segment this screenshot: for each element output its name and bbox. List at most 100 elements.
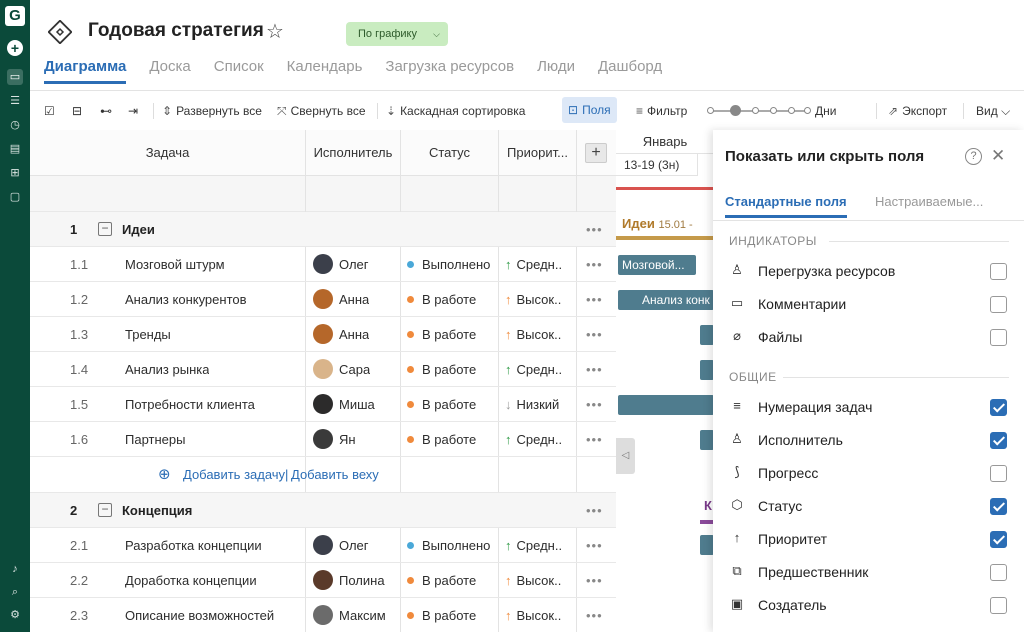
row-menu-icon[interactable]: ••• bbox=[586, 422, 603, 457]
priority-cell[interactable]: ↑ Высок.. bbox=[505, 598, 561, 632]
table-row[interactable]: 1.2 Анализ конкурентов Анна В работе ↑ Вы… bbox=[30, 282, 616, 317]
close-icon[interactable]: ✕ bbox=[991, 146, 1005, 166]
settings-icon[interactable]: ⚙ bbox=[7, 607, 23, 623]
task-name[interactable]: Партнеры bbox=[125, 422, 185, 457]
zoom-slider[interactable] bbox=[707, 105, 811, 116]
status-cell[interactable]: В работе bbox=[407, 387, 476, 422]
gantt-bar[interactable] bbox=[700, 535, 714, 555]
chat-icon[interactable]: ▢ bbox=[7, 189, 23, 205]
fields-button[interactable]: ⊡ Поля bbox=[562, 97, 617, 123]
star-icon[interactable]: ☆ bbox=[266, 19, 284, 44]
status-cell[interactable]: В работе bbox=[407, 563, 476, 598]
gantt-bar[interactable] bbox=[700, 325, 714, 345]
table-row[interactable]: 1.5 Потребности клиента Миша В работе ↓ Н… bbox=[30, 387, 616, 422]
task-name[interactable]: Тренды bbox=[125, 317, 171, 352]
group-row[interactable]: 1 − Идеи ••• bbox=[30, 212, 616, 247]
collapse-all-button[interactable]: ⤧ Свернуть все bbox=[277, 92, 366, 130]
bell-icon[interactable]: ♪ bbox=[7, 561, 23, 577]
field-checkbox[interactable] bbox=[990, 498, 1007, 515]
row-menu-icon[interactable]: ••• bbox=[586, 317, 603, 352]
row-menu-icon[interactable]: ••• bbox=[586, 598, 603, 632]
tab-board[interactable]: Доска bbox=[149, 58, 190, 84]
tab-custom-fields[interactable]: Настраиваемые... bbox=[875, 194, 983, 209]
grid-icon[interactable]: ⊞ bbox=[7, 165, 23, 181]
view-button[interactable]: Вид ⌵ bbox=[976, 92, 1010, 130]
field-checkbox[interactable] bbox=[990, 263, 1007, 280]
priority-cell[interactable]: ↑ Средн.. bbox=[505, 247, 562, 282]
add-circle-icon[interactable]: ⊕ bbox=[158, 457, 171, 492]
task-name[interactable]: Потребности клиента bbox=[125, 387, 255, 422]
field-checkbox[interactable] bbox=[990, 465, 1007, 482]
project-status-dropdown[interactable]: По графику ⌵ bbox=[346, 22, 448, 46]
status-cell[interactable]: В работе bbox=[407, 352, 476, 387]
gantt-bar[interactable]: Мозговой... bbox=[618, 255, 696, 275]
field-checkbox[interactable] bbox=[990, 597, 1007, 614]
list-icon[interactable]: ☰ bbox=[7, 93, 23, 109]
row-menu-icon[interactable]: ••• bbox=[586, 387, 603, 422]
table-row[interactable]: 2.1 Разработка концепции Олег Выполнено … bbox=[30, 528, 616, 563]
task-name[interactable]: Разработка концепции bbox=[125, 528, 262, 563]
status-cell[interactable]: В работе bbox=[407, 598, 476, 632]
priority-cell[interactable]: ↑ Средн.. bbox=[505, 422, 562, 457]
add-column-button[interactable]: + bbox=[585, 143, 607, 163]
gantt-bar[interactable]: Анализ конк bbox=[618, 290, 714, 310]
priority-cell[interactable]: ↑ Высок.. bbox=[505, 563, 561, 598]
group-row[interactable]: 2 − Концепция ••• bbox=[30, 493, 616, 528]
task-name[interactable]: Анализ конкурентов bbox=[125, 282, 247, 317]
tab-dashboard[interactable]: Дашборд bbox=[598, 58, 662, 84]
priority-cell[interactable]: ↓ Низкий bbox=[505, 387, 559, 422]
app-logo[interactable]: G bbox=[5, 6, 25, 26]
collapse-panel-handle[interactable]: ◁ bbox=[616, 438, 635, 474]
column-header-task[interactable]: Задача bbox=[30, 130, 306, 176]
column-header-priority[interactable]: Приорит... bbox=[499, 130, 577, 176]
clock-icon[interactable]: ◷ bbox=[7, 117, 23, 133]
column-header-status[interactable]: Статус bbox=[401, 130, 499, 176]
gantt-bar[interactable] bbox=[700, 430, 714, 450]
export-button[interactable]: ⇗ Экспорт bbox=[888, 92, 947, 130]
row-menu-icon[interactable]: ••• bbox=[586, 247, 603, 282]
table-row[interactable]: 2.2 Доработка концепции Полина В работе … bbox=[30, 563, 616, 598]
add-milestone-link[interactable]: Добавить веху bbox=[291, 457, 379, 492]
priority-cell[interactable]: ↑ Высок.. bbox=[505, 282, 561, 317]
document-icon[interactable]: ▤ bbox=[7, 141, 23, 157]
field-checkbox[interactable] bbox=[990, 399, 1007, 416]
help-icon[interactable]: ? bbox=[965, 148, 982, 165]
zoom-stop[interactable] bbox=[788, 107, 795, 114]
row-menu-icon[interactable]: ••• bbox=[586, 493, 603, 528]
row-menu-icon[interactable]: ••• bbox=[586, 282, 603, 317]
field-resource-overload[interactable]: ♙ Перегрузка ресурсов bbox=[729, 259, 1009, 285]
field-status[interactable]: ⬡ Статус bbox=[729, 494, 1009, 520]
status-cell[interactable]: В работе bbox=[407, 422, 476, 457]
field-checkbox[interactable] bbox=[990, 564, 1007, 581]
zoom-stop[interactable] bbox=[752, 107, 759, 114]
field-files[interactable]: ⌀ Файлы bbox=[729, 325, 1009, 351]
gantt-group-bar[interactable] bbox=[700, 520, 714, 524]
zoom-stop[interactable] bbox=[707, 107, 714, 114]
tab-people[interactable]: Люди bbox=[537, 58, 575, 84]
task-name[interactable]: Анализ рынка bbox=[125, 352, 209, 387]
table-row[interactable]: 1.3 Тренды Анна В работе ↑ Высок.. ••• bbox=[30, 317, 616, 352]
table-row[interactable]: 1.1 Мозговой штурм Олег Выполнено ↑ Средн… bbox=[30, 247, 616, 282]
field-assignee[interactable]: ♙ Исполнитель bbox=[729, 428, 1009, 454]
status-cell[interactable]: В работе bbox=[407, 282, 476, 317]
table-row[interactable]: 1.4 Анализ рынка Сара В работе ↑ Средн.. … bbox=[30, 352, 616, 387]
zoom-stop[interactable] bbox=[770, 107, 777, 114]
field-checkbox[interactable] bbox=[990, 296, 1007, 313]
status-cell[interactable]: В работе bbox=[407, 317, 476, 352]
field-priority[interactable]: ↑ Приоритет bbox=[729, 527, 1009, 553]
status-cell[interactable]: Выполнено bbox=[407, 247, 490, 282]
task-name[interactable]: Мозговой штурм bbox=[125, 247, 225, 282]
tab-calendar[interactable]: Календарь bbox=[287, 58, 363, 84]
indent-tool-icon[interactable]: ⇥ bbox=[128, 92, 138, 130]
tab-standard-fields[interactable]: Стандартные поля bbox=[725, 194, 847, 218]
field-checkbox[interactable] bbox=[990, 531, 1007, 548]
field-checkbox[interactable] bbox=[990, 432, 1007, 449]
cascade-sort-button[interactable]: ⇣ Каскадная сортировка bbox=[386, 92, 525, 130]
priority-cell[interactable]: ↑ Средн.. bbox=[505, 528, 562, 563]
add-task-link[interactable]: Добавить задачу bbox=[183, 457, 285, 492]
filter-button[interactable]: ≡ Фильтр bbox=[636, 92, 687, 130]
tab-list[interactable]: Список bbox=[214, 58, 264, 84]
column-header-assignee[interactable]: Исполнитель bbox=[306, 130, 401, 176]
expand-all-button[interactable]: ⇕ Развернуть все bbox=[162, 92, 262, 130]
tab-workload[interactable]: Загрузка ресурсов bbox=[385, 58, 514, 84]
